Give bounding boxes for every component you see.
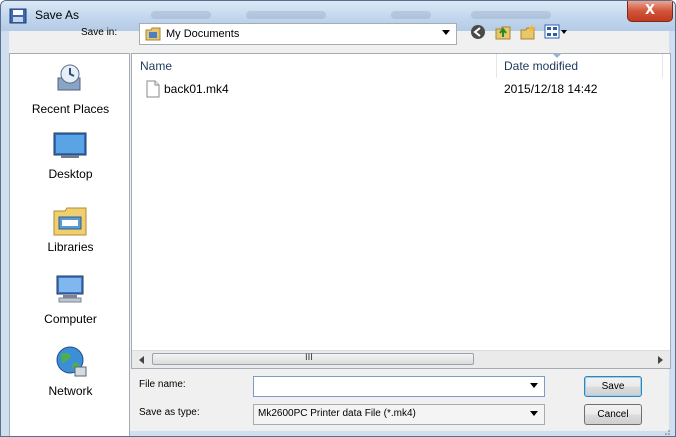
file-name-input[interactable] (256, 378, 520, 396)
place-label: Recent Places (31, 102, 110, 116)
scroll-left-icon[interactable] (136, 354, 148, 366)
background-blur (471, 11, 551, 19)
horizontal-scrollbar[interactable]: III (132, 350, 670, 368)
network-icon (56, 346, 87, 377)
place-label: Libraries (47, 240, 94, 254)
save-as-type-label: Save as type: (139, 407, 200, 418)
column-divider[interactable] (496, 54, 497, 78)
window-title: Save As (35, 8, 80, 22)
file-name-cell: back01.mk4 (164, 82, 229, 96)
desktop-icon (53, 132, 87, 158)
place-label: Network (48, 384, 93, 398)
background-blur (391, 11, 431, 19)
place-label: Desktop (48, 167, 93, 181)
recent-places-icon (57, 64, 81, 91)
place-recent-places[interactable]: Recent Places (10, 54, 129, 126)
scroll-grip: III (305, 353, 313, 363)
view-menu-icon[interactable] (544, 23, 568, 41)
place-network[interactable]: Network (10, 342, 129, 436)
file-list[interactable]: Name Date modified back01.mk4 2015/12/18… (131, 53, 671, 369)
place-computer[interactable]: Computer (10, 270, 129, 342)
resize-grip-icon[interactable] (661, 426, 671, 436)
chevron-down-icon[interactable] (530, 383, 538, 388)
save-as-type-value: Mk2600PC Printer data File (*.mk4) (258, 408, 416, 419)
sort-arrow-icon (553, 54, 561, 58)
place-libraries[interactable]: Libraries (10, 198, 129, 270)
save-button[interactable]: Save (584, 376, 642, 397)
places-bar: Recent Places Desktop Libraries Computer… (9, 53, 130, 436)
libraries-icon (53, 207, 87, 236)
column-header-date-modified[interactable]: Date modified (504, 54, 660, 78)
date-modified-cell: 2015/12/18 14:42 (504, 82, 598, 96)
file-name-label: File name: (139, 379, 186, 390)
table-row[interactable]: back01.mk4 2015/12/18 14:42 (132, 80, 670, 102)
chevron-down-icon[interactable] (530, 411, 538, 416)
scroll-thumb[interactable]: III (152, 353, 474, 365)
scroll-right-icon[interactable] (654, 354, 666, 366)
file-icon (146, 80, 160, 98)
save-in-dropdown[interactable]: My Documents (139, 23, 457, 45)
column-header-name[interactable]: Name (140, 54, 495, 78)
save-in-value: My Documents (166, 28, 240, 40)
save-in-label: Save in: (81, 27, 118, 38)
back-icon[interactable] (469, 23, 487, 41)
place-label: Computer (44, 312, 97, 326)
cancel-button[interactable]: Cancel (584, 404, 642, 425)
close-button[interactable]: X (627, 1, 673, 22)
place-desktop[interactable]: Desktop (10, 126, 129, 198)
folder-icon (145, 27, 161, 41)
background-blur (151, 11, 211, 19)
column-divider[interactable] (662, 54, 663, 78)
save-disk-icon (9, 8, 27, 24)
background-blur (246, 11, 326, 19)
new-folder-icon[interactable] (519, 23, 537, 41)
save-as-type-dropdown[interactable]: Mk2600PC Printer data File (*.mk4) (253, 404, 545, 425)
save-as-dialog: Save As X Save in: My Documents Recent P… (0, 0, 676, 437)
up-folder-icon[interactable] (494, 23, 512, 41)
chevron-down-icon[interactable] (442, 30, 450, 35)
computer-icon (56, 275, 84, 303)
file-name-combobox[interactable] (253, 376, 545, 397)
